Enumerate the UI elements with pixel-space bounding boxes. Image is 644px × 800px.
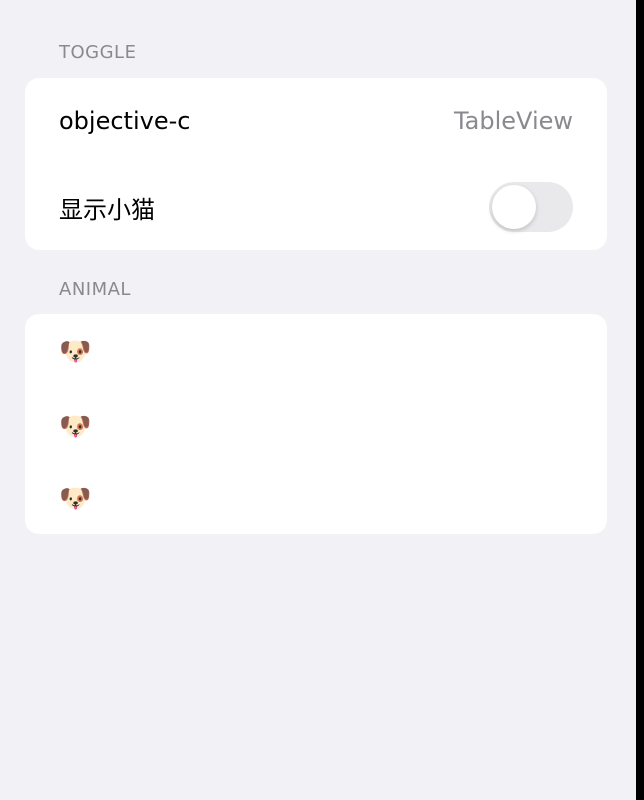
section-header-animal: ANIMAL: [59, 279, 131, 300]
dog-face-icon: 🐶: [59, 412, 92, 442]
table-row-show-kitten: 显示小猫: [25, 164, 607, 250]
toggle-knob: [492, 185, 536, 229]
section-header-toggle: TOGGLE: [59, 42, 137, 63]
animal-card: 🐶 🐶 🐶: [25, 314, 607, 534]
dog-face-icon: 🐶: [59, 484, 92, 514]
row-title: 显示小猫: [59, 195, 155, 224]
table-row-animal-3[interactable]: 🐶: [25, 464, 607, 534]
dog-face-icon: 🐶: [59, 337, 92, 367]
row-detail: TableView: [453, 107, 573, 135]
toggle-card: objective-c TableView 显示小猫: [25, 78, 607, 250]
show-kitten-toggle[interactable]: [489, 182, 573, 232]
table-row-animal-2[interactable]: 🐶: [25, 390, 607, 464]
screen-edge: [636, 0, 644, 800]
screen: TOGGLE objective-c TableView 显示小猫 ANIMAL…: [0, 0, 636, 800]
row-title: objective-c: [59, 107, 191, 135]
table-row-objective-c[interactable]: objective-c TableView: [25, 78, 607, 164]
table-row-animal-1[interactable]: 🐶: [25, 314, 607, 390]
